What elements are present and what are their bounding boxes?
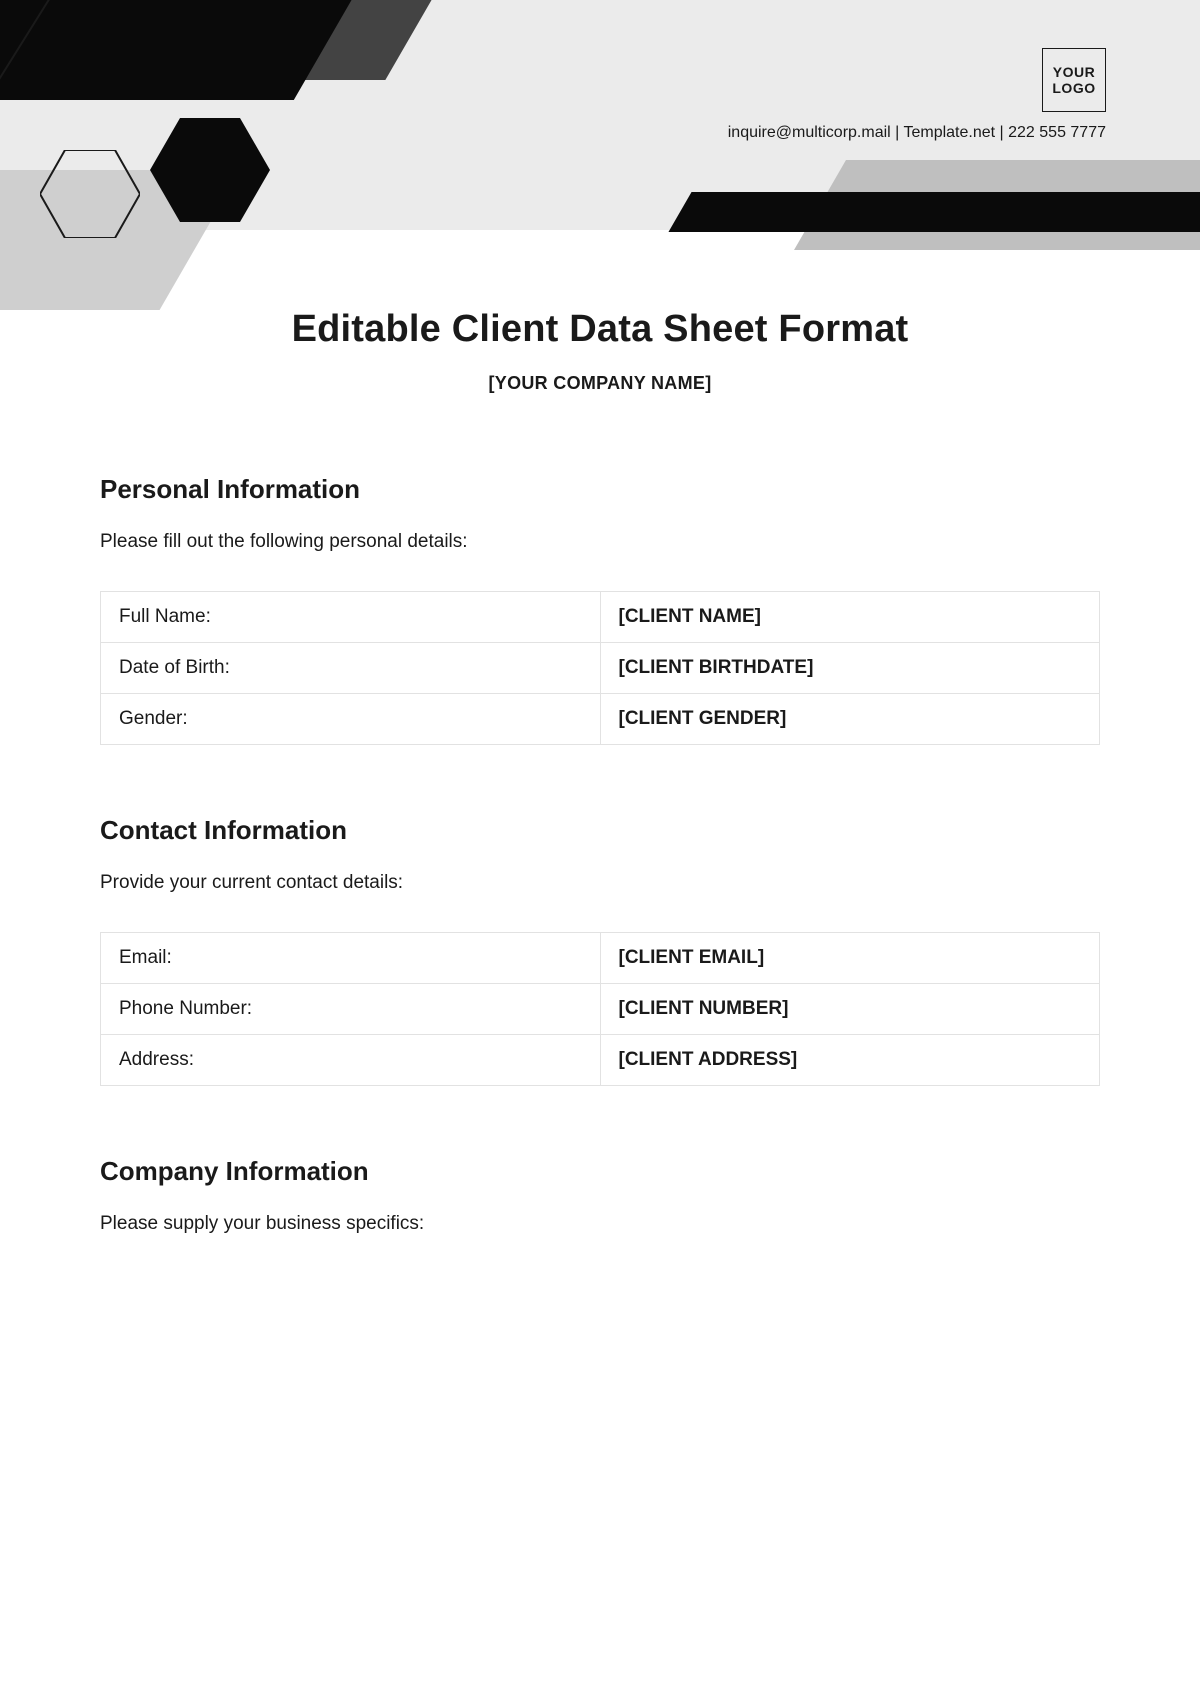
section-instruction: Please fill out the following personal d… <box>100 531 1100 553</box>
document-content: Editable Client Data Sheet Format [YOUR … <box>0 290 1200 1273</box>
field-value[interactable]: [CLIENT EMAIL] <box>600 933 1100 984</box>
field-label: Address: <box>101 1035 601 1086</box>
table-row: Full Name: [CLIENT NAME] <box>101 592 1100 643</box>
field-label: Date of Birth: <box>101 643 601 694</box>
section-instruction: Please supply your business specifics: <box>100 1213 1100 1235</box>
logo-text: YOUR LOGO <box>1043 64 1105 96</box>
table-row: Email: [CLIENT EMAIL] <box>101 933 1100 984</box>
section-contact-information: Contact Information Provide your current… <box>100 815 1100 1086</box>
section-heading: Contact Information <box>100 815 1100 846</box>
field-value[interactable]: [CLIENT ADDRESS] <box>600 1035 1100 1086</box>
field-label: Phone Number: <box>101 984 601 1035</box>
page-title: Editable Client Data Sheet Format <box>100 308 1100 351</box>
table-row: Gender: [CLIENT GENDER] <box>101 694 1100 745</box>
table-row: Address: [CLIENT ADDRESS] <box>101 1035 1100 1086</box>
logo-placeholder: YOUR LOGO <box>1042 48 1106 112</box>
section-heading: Personal Information <box>100 474 1100 505</box>
field-label: Gender: <box>101 694 601 745</box>
field-label: Email: <box>101 933 601 984</box>
table-row: Phone Number: [CLIENT NUMBER] <box>101 984 1100 1035</box>
section-instruction: Provide your current contact details: <box>100 872 1100 894</box>
section-company-information: Company Information Please supply your b… <box>100 1156 1100 1235</box>
hexagon-outline-icon <box>40 150 140 238</box>
contact-line: inquire@multicorp.mail | Template.net | … <box>728 124 1106 142</box>
personal-info-table: Full Name: [CLIENT NAME] Date of Birth: … <box>100 591 1100 745</box>
table-row: Date of Birth: [CLIENT BIRTHDATE] <box>101 643 1100 694</box>
header-band: YOUR LOGO inquire@multicorp.mail | Templ… <box>0 0 1200 230</box>
field-value[interactable]: [CLIENT BIRTHDATE] <box>600 643 1100 694</box>
contact-info-table: Email: [CLIENT EMAIL] Phone Number: [CLI… <box>100 932 1100 1086</box>
section-heading: Company Information <box>100 1156 1100 1187</box>
section-personal-information: Personal Information Please fill out the… <box>100 474 1100 745</box>
company-name-placeholder: [YOUR COMPANY NAME] <box>100 373 1100 394</box>
field-label: Full Name: <box>101 592 601 643</box>
field-value[interactable]: [CLIENT NAME] <box>600 592 1100 643</box>
decor-shape <box>668 192 1200 232</box>
field-value[interactable]: [CLIENT NUMBER] <box>600 984 1100 1035</box>
field-value[interactable]: [CLIENT GENDER] <box>600 694 1100 745</box>
